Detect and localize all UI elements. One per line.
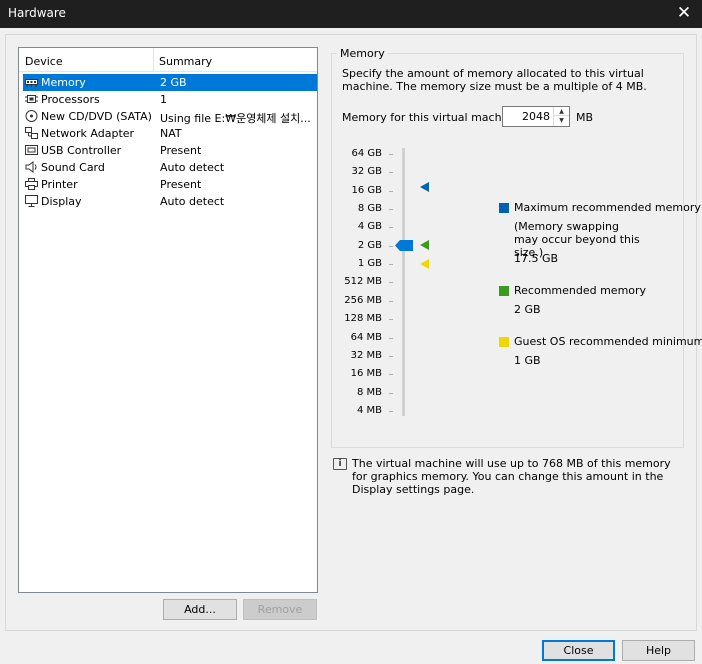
scale-label: 64 MB	[350, 332, 382, 343]
device-list[interactable]: Device Summary Memory 2 GB Processors 1 …	[18, 47, 318, 593]
recommended-value: 2 GB	[514, 303, 541, 316]
memory-unit: MB	[576, 111, 594, 124]
scale-tick	[389, 356, 393, 357]
scale-tick	[389, 374, 393, 375]
scale-label: 4 GB	[357, 221, 382, 232]
device-name: Network Adapter	[41, 127, 135, 140]
device-row-sound-card[interactable]: Sound Card Auto detect	[23, 159, 317, 176]
recommended-swatch	[499, 286, 509, 296]
device-list-header: Device Summary	[19, 48, 317, 72]
scale-label: 32 GB	[351, 166, 382, 177]
graphics-memory-info: The virtual machine will use up to 768 M…	[352, 457, 671, 496]
device-summary: 1	[160, 93, 167, 106]
max-recommended-label: Maximum recommended memory	[514, 201, 701, 214]
spin-up-icon[interactable]: ▲	[554, 107, 569, 116]
scale-label: 128 MB	[344, 313, 382, 324]
sound-card-icon	[25, 161, 37, 173]
device-row-usb-controller[interactable]: USB Controller Present	[23, 142, 317, 159]
scale-label: 256 MB	[344, 295, 382, 306]
scale-label: 16 GB	[351, 185, 382, 196]
spin-buttons: ▲ ▼	[553, 107, 569, 126]
scale-label: 8 GB	[357, 203, 382, 214]
max-recommended-value: 17.5 GB	[514, 252, 559, 265]
scale-tick	[389, 301, 393, 302]
device-name: Processors	[41, 93, 100, 106]
device-row-display[interactable]: Display Auto detect	[23, 193, 317, 210]
scale-label: 16 MB	[350, 368, 382, 379]
scale-tick	[389, 209, 393, 210]
remove-button[interactable]: Remove	[243, 599, 317, 620]
scale-tick	[389, 393, 393, 394]
device-name: Sound Card	[41, 161, 105, 174]
scale-label: 2 GB	[357, 240, 382, 251]
scale-label: 32 MB	[350, 350, 382, 361]
scale-label: 8 MB	[356, 387, 382, 398]
printer-icon	[25, 178, 38, 190]
recommended-label: Recommended memory	[514, 284, 647, 297]
scale-tick	[389, 246, 393, 247]
memory-slider-track[interactable]	[402, 148, 405, 416]
scale-tick	[389, 338, 393, 339]
close-window-icon[interactable]: ✕	[674, 3, 694, 23]
scale-tick	[389, 411, 393, 412]
scale-label: 64 GB	[351, 148, 382, 159]
column-header-device[interactable]: Device	[25, 55, 63, 68]
cd-dvd-icon	[25, 110, 38, 122]
help-button[interactable]: Help	[622, 640, 695, 661]
scale-tick	[389, 227, 393, 228]
usb-controller-icon	[25, 145, 38, 155]
device-name: Memory	[41, 76, 86, 89]
scale-label: 512 MB	[344, 276, 382, 287]
memory-group-label: Memory	[337, 47, 388, 60]
close-button[interactable]: Close	[542, 640, 615, 661]
device-row-printer[interactable]: Printer Present	[23, 176, 317, 193]
memory-slider-thumb[interactable]	[395, 240, 413, 251]
device-summary: Auto detect	[160, 195, 225, 208]
scale-tick	[389, 264, 393, 265]
device-row-network-adapter[interactable]: Network Adapter NAT	[23, 125, 317, 142]
scale-label: 1 GB	[357, 258, 382, 269]
display-icon	[25, 195, 38, 207]
scale-tick	[389, 191, 393, 192]
device-row-cd-dvd[interactable]: New CD/DVD (SATA) Using file E:₩운영체제 설치.…	[23, 108, 317, 125]
processor-icon	[25, 95, 38, 103]
device-row-memory[interactable]: Memory 2 GB	[23, 74, 317, 91]
scale-label: 4 MB	[356, 405, 382, 416]
device-name: Display	[41, 195, 82, 208]
memory-value-input[interactable]: 2048	[522, 110, 550, 123]
guest-min-label: Guest OS recommended minimum	[514, 335, 702, 348]
column-divider[interactable]	[153, 48, 154, 72]
device-summary: Auto detect	[160, 161, 225, 174]
scale-tick	[389, 282, 393, 283]
device-summary: Using file E:₩운영체제 설치...	[160, 112, 311, 125]
device-name: New CD/DVD (SATA)	[41, 110, 152, 123]
guest-min-marker-icon	[420, 259, 429, 269]
guest-min-value: 1 GB	[514, 354, 541, 367]
device-name: Printer	[41, 178, 78, 191]
max-recommended-swatch	[499, 203, 509, 213]
network-adapter-icon	[25, 127, 38, 139]
add-button[interactable]: Add...	[163, 599, 237, 620]
memory-icon	[25, 79, 38, 87]
info-icon: i	[333, 458, 347, 470]
memory-spinbox[interactable]: 2048 ▲ ▼	[502, 106, 570, 127]
window-title: Hardware	[8, 6, 66, 20]
device-row-processors[interactable]: Processors 1	[23, 91, 317, 108]
title-bar: Hardware ✕	[0, 0, 702, 28]
column-header-summary[interactable]: Summary	[159, 55, 212, 68]
device-name: USB Controller	[41, 144, 122, 157]
spin-down-icon[interactable]: ▼	[554, 116, 569, 125]
scale-tick	[389, 319, 393, 320]
device-summary: Present	[160, 178, 202, 191]
device-summary: Present	[160, 144, 202, 157]
memory-field-label: Memory for this virtual machine:	[342, 111, 523, 124]
memory-description: Specify the amount of memory allocated t…	[342, 67, 647, 93]
recommended-marker-icon	[420, 240, 429, 250]
max-recommended-marker-icon	[420, 182, 429, 192]
device-summary: 2 GB	[160, 76, 187, 89]
scale-tick	[389, 172, 393, 173]
scale-tick	[389, 154, 393, 155]
device-summary: NAT	[160, 127, 182, 140]
guest-min-swatch	[499, 337, 509, 347]
